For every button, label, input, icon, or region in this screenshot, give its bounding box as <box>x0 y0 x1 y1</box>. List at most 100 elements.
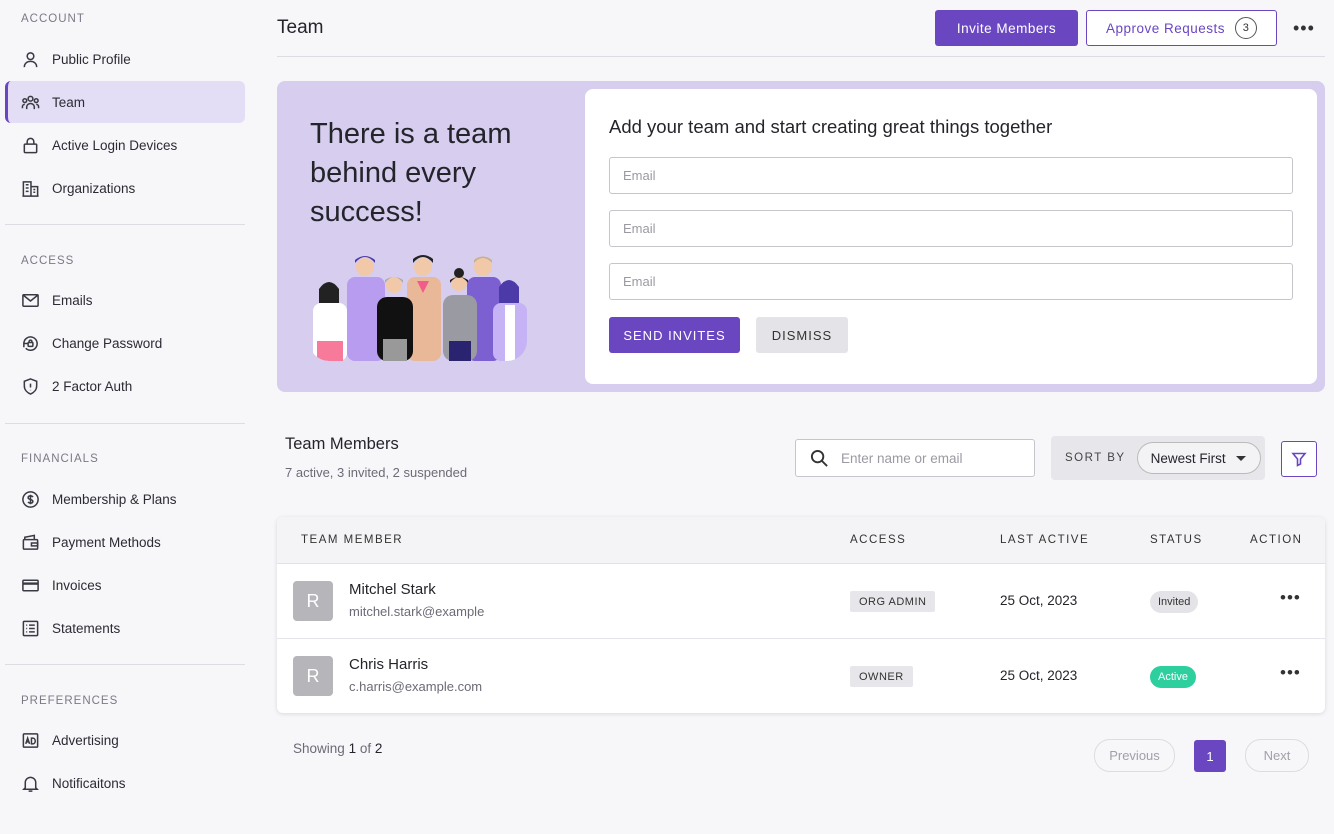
wallet-icon <box>21 533 40 552</box>
email-field-3[interactable] <box>609 263 1293 300</box>
team-members-table: TEAM MEMBER ACCESS LAST ACTIVE STATUS AC… <box>277 517 1325 713</box>
approve-requests-label: Approve Requests <box>1105 20 1226 36</box>
sort-select[interactable]: Newest First <box>1136 442 1261 474</box>
access-badge: ORG ADMIN <box>850 591 936 612</box>
invite-banner: There is a team behind every success! Ad… <box>277 81 1325 392</box>
table-row: R Chris Harris c.harris@example.com OWNE… <box>277 639 1325 713</box>
sidebar-divider <box>5 664 245 665</box>
section-label-preferences: PREFERENCES <box>21 695 119 707</box>
section-label-financials: FINANCIALS <box>21 453 99 465</box>
column-header-status: STATUS <box>1150 534 1203 546</box>
sidebar-item-label: Public Profile <box>52 51 131 67</box>
banner-title: There is a team behind every success! <box>310 118 512 228</box>
sidebar: ACCOUNT Public Profile Team Active Login… <box>0 0 253 834</box>
sort-value: Newest First <box>1150 450 1226 466</box>
page-title: Team <box>277 17 324 38</box>
table-row: R Mitchel Stark mitchel.stark@example OR… <box>277 564 1325 639</box>
team-icon <box>21 93 40 112</box>
sidebar-item-label: Notificaitons <box>52 775 126 791</box>
sidebar-item-label: Change Password <box>52 335 163 351</box>
team-members-summary: 7 active, 3 invited, 2 suspended <box>285 465 468 480</box>
sidebar-item-label: Advertising <box>52 732 119 748</box>
search-input[interactable] <box>841 450 1021 466</box>
sidebar-item-advertising[interactable]: Advertising <box>5 719 245 761</box>
column-header-member: TEAM MEMBER <box>301 534 404 546</box>
pagination-summary: Showing 1 of 2 <box>293 741 382 756</box>
table-header: TEAM MEMBER ACCESS LAST ACTIVE STATUS AC… <box>277 517 1325 564</box>
team-illustration <box>309 253 527 361</box>
previous-page-button[interactable]: Previous <box>1094 739 1175 772</box>
sidebar-item-emails[interactable]: Emails <box>5 279 245 321</box>
approve-requests-button[interactable]: Approve Requests 3 <box>1086 10 1277 46</box>
list-icon <box>21 619 40 638</box>
card-icon <box>21 576 40 595</box>
sidebar-item-organizations[interactable]: Organizations <box>5 167 245 209</box>
building-icon <box>21 179 40 198</box>
sidebar-item-label: Invoices <box>52 577 102 593</box>
sidebar-item-invoices[interactable]: Invoices <box>5 564 245 606</box>
sidebar-item-label: Membership & Plans <box>52 491 177 507</box>
sidebar-divider <box>5 224 245 225</box>
next-page-button[interactable]: Next <box>1245 739 1309 772</box>
invite-form-card: Add your team and start creating great t… <box>585 89 1317 384</box>
sidebar-item-change-password[interactable]: Change Password <box>5 322 245 364</box>
last-active-date: 25 Oct, 2023 <box>1000 593 1078 608</box>
send-invites-button[interactable]: SEND INVITES <box>609 317 740 353</box>
sidebar-item-2-factor-auth[interactable]: 2 Factor Auth <box>5 365 245 407</box>
mail-icon <box>21 291 40 310</box>
shield-icon <box>21 377 40 396</box>
request-count-badge: 3 <box>1235 17 1258 39</box>
dollar-circle-icon <box>21 490 40 509</box>
email-field-2[interactable] <box>609 210 1293 247</box>
email-field-1[interactable] <box>609 157 1293 194</box>
column-header-action: ACTION <box>1250 534 1303 546</box>
team-members-title: Team Members <box>285 435 399 453</box>
sidebar-divider <box>5 423 245 424</box>
last-active-date: 25 Oct, 2023 <box>1000 668 1078 683</box>
showing-total: 2 <box>374 741 383 756</box>
filter-button[interactable] <box>1281 441 1317 477</box>
dismiss-button[interactable]: DISMISS <box>756 317 848 353</box>
sidebar-item-membership-plans[interactable]: Membership & Plans <box>5 478 245 520</box>
ad-icon <box>21 731 40 750</box>
search-icon <box>810 449 828 467</box>
sidebar-item-team[interactable]: Team <box>5 81 245 123</box>
filter-icon <box>1291 452 1307 467</box>
showing-prefix: Showing <box>293 741 345 756</box>
sidebar-item-label: Organizations <box>52 180 136 196</box>
member-email: c.harris@example.com <box>349 679 483 694</box>
more-options-icon[interactable]: ••• <box>1293 18 1315 39</box>
section-label-account: ACCOUNT <box>21 13 85 25</box>
sidebar-item-public-profile[interactable]: Public Profile <box>5 38 245 80</box>
section-label-access: ACCESS <box>21 255 75 267</box>
sidebar-item-notifications[interactable]: Notificaitons <box>5 762 245 804</box>
status-badge: Active <box>1150 666 1196 688</box>
column-header-last-active: LAST ACTIVE <box>1000 534 1090 546</box>
sidebar-item-label: Team <box>52 94 86 110</box>
search-box <box>795 439 1035 477</box>
lock-rotate-icon <box>21 334 40 353</box>
invite-form-title: Add your team and start creating great t… <box>609 116 1053 137</box>
chevron-down-icon <box>1235 455 1246 461</box>
showing-current: 1 <box>348 741 357 756</box>
user-icon <box>21 50 40 69</box>
avatar: R <box>293 581 333 621</box>
page-1-button[interactable]: 1 <box>1194 740 1226 772</box>
row-actions-icon[interactable]: ••• <box>1280 588 1301 608</box>
sort-label: SORT BY <box>1065 452 1126 464</box>
sidebar-item-label: Active Login Devices <box>52 137 178 153</box>
access-badge: OWNER <box>850 666 913 687</box>
showing-of: of <box>359 741 372 756</box>
sidebar-item-label: 2 Factor Auth <box>52 378 133 394</box>
bell-icon <box>21 774 40 793</box>
status-badge: Invited <box>1150 591 1199 613</box>
header-divider <box>277 56 1325 57</box>
sidebar-item-statements[interactable]: Statements <box>5 607 245 649</box>
sidebar-item-active-login-devices[interactable]: Active Login Devices <box>5 124 245 166</box>
sidebar-item-label: Emails <box>52 292 93 308</box>
lock-icon <box>21 136 40 155</box>
sidebar-item-payment-methods[interactable]: Payment Methods <box>5 521 245 563</box>
sort-control: SORT BY Newest First <box>1051 436 1265 480</box>
invite-members-button[interactable]: Invite Members <box>935 10 1078 46</box>
row-actions-icon[interactable]: ••• <box>1280 663 1301 683</box>
